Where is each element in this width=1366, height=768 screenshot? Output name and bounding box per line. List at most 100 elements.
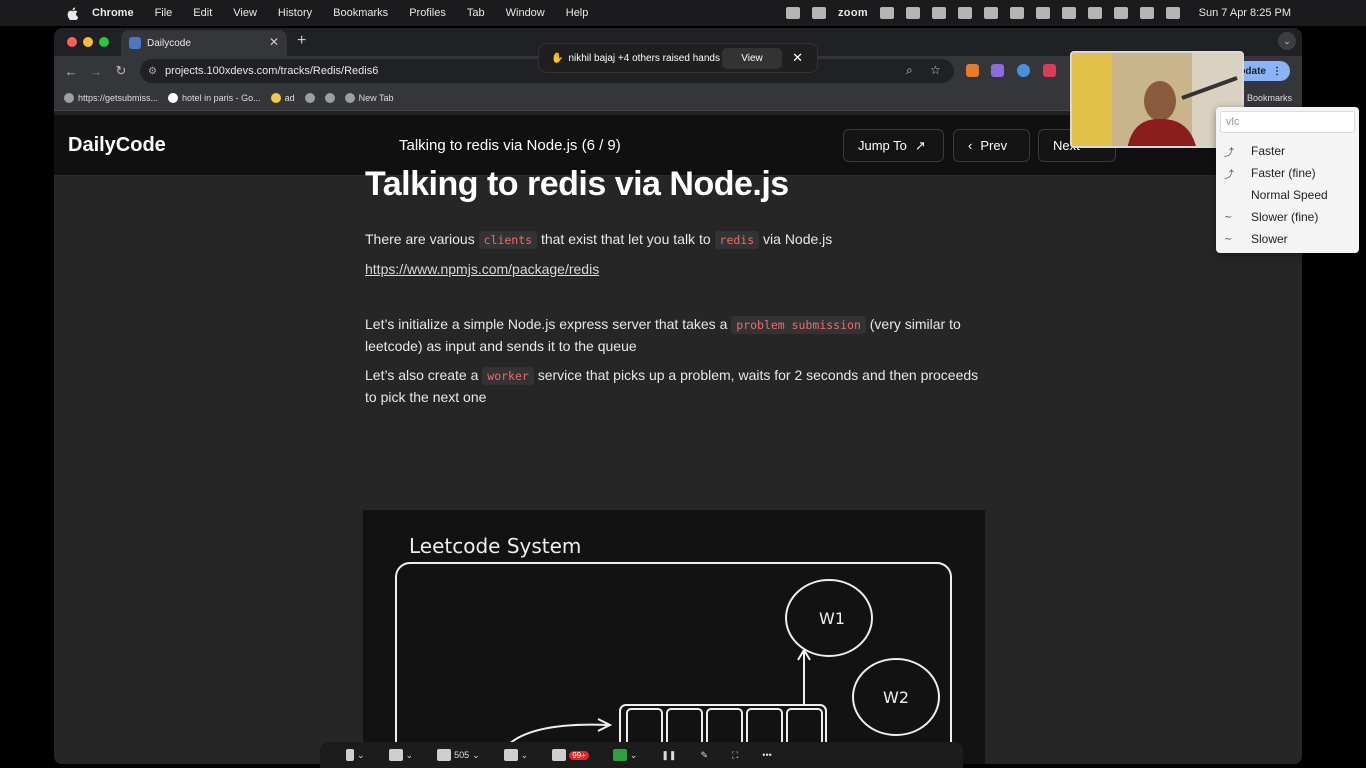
bookmark-star-icon[interactable]: ☆	[930, 63, 941, 77]
menu-file[interactable]: File	[155, 7, 173, 19]
globe-icon	[64, 93, 74, 103]
extension-icon-3[interactable]	[1017, 64, 1030, 77]
menu-bookmarks[interactable]: Bookmarks	[333, 7, 388, 19]
status-icon-3[interactable]	[879, 7, 894, 19]
chevron-left-icon: ‹	[968, 138, 973, 153]
menu-history[interactable]: History	[278, 7, 312, 19]
all-bookmarks[interactable]: Bookmarks	[1247, 93, 1292, 103]
vlc-menu-item-faster-fine[interactable]: ⤴ Faster (fine)	[1216, 162, 1359, 184]
tab-title: Dailycode	[147, 37, 191, 49]
raised-hands-notification: ✋ nikhil bajaj +4 others raised hands Vi…	[538, 43, 818, 73]
back-arrow-icon[interactable]: ←	[60, 64, 82, 79]
more-button[interactable]: •••	[762, 750, 771, 760]
apple-logo-icon[interactable]	[67, 6, 78, 20]
menu-edit[interactable]: Edit	[193, 7, 212, 19]
vlc-menu-item-normal-speed[interactable]: Normal Speed	[1216, 184, 1359, 206]
menu-view[interactable]: View	[233, 7, 257, 19]
siri-icon[interactable]	[1165, 7, 1180, 19]
reactions-button[interactable]: 99+	[552, 749, 589, 761]
more-dots-icon: •••	[762, 750, 772, 760]
wifi-icon[interactable]	[1087, 7, 1102, 19]
menu-profiles[interactable]: Profiles	[409, 7, 446, 19]
site-brand[interactable]: DailyCode	[68, 134, 166, 157]
speed-up-icon: ⤴	[1224, 169, 1234, 181]
macos-menu-bar: Chrome File Edit View History Bookmarks …	[0, 0, 1366, 26]
external-arrow-icon: ↗	[914, 137, 926, 153]
menu-tab[interactable]: Tab	[467, 7, 485, 19]
chat-button[interactable]: ⌄	[503, 749, 529, 761]
moon-icon[interactable]	[1035, 7, 1050, 19]
close-notification-icon[interactable]: ✕	[792, 50, 803, 66]
tab-dailycode[interactable]: Dailycode ✕	[121, 30, 287, 56]
chevron-down-icon: ⌄	[405, 749, 414, 760]
status-icon-5[interactable]	[931, 7, 946, 19]
url-text[interactable]: projects.100xdevs.com/tracks/Redis/Redis…	[165, 65, 378, 77]
prev-button[interactable]: ‹ Prev	[953, 129, 1030, 162]
minimize-window-icon[interactable]	[83, 37, 93, 47]
forward-arrow-icon[interactable]: →	[85, 64, 107, 79]
remote-control-button[interactable]: ⛶	[732, 750, 738, 761]
status-icon-1[interactable]	[786, 7, 800, 19]
video-button[interactable]: ⌄	[388, 749, 414, 761]
bookmark-getsubmiss[interactable]: https://getsubmiss...	[64, 93, 158, 103]
vlc-item-label: Faster	[1251, 144, 1286, 158]
bookmark-globe-2[interactable]	[324, 93, 335, 103]
globe-icon	[304, 93, 315, 103]
menu-help[interactable]: Help	[566, 7, 589, 19]
status-icon-6[interactable]	[957, 7, 972, 19]
status-icon-4[interactable]	[905, 7, 920, 19]
bookmark-label: hotel in paris - Go...	[182, 93, 261, 103]
status-icon-2[interactable]	[812, 7, 826, 19]
vlc-search-input[interactable]: vlc	[1220, 111, 1355, 133]
chevron-down-icon: ⌄	[472, 749, 480, 760]
tab-close-icon[interactable]: ✕	[269, 35, 279, 49]
extension-icon-4[interactable]	[1043, 64, 1056, 77]
vlc-item-label: Normal Speed	[1251, 188, 1328, 202]
bookmark-hotel-paris[interactable]: hotel in paris - Go...	[168, 93, 261, 103]
battery-icon[interactable]	[1061, 7, 1076, 19]
npm-redis-link[interactable]: https://www.npmjs.com/package/redis	[365, 261, 599, 277]
mute-button[interactable]: ⌄	[346, 749, 365, 761]
new-tab-plus-icon[interactable]: +	[297, 32, 306, 50]
jump-to-button[interactable]: Jump To ↗	[843, 129, 944, 162]
status-icon-7[interactable]	[983, 7, 998, 19]
zoom-status-label[interactable]: zoom	[838, 7, 868, 19]
extension-icon-2[interactable]	[991, 64, 1004, 77]
article: Talking to redis via Node.js There are v…	[365, 165, 985, 416]
bookmark-new-tab[interactable]: New Tab	[344, 93, 393, 103]
tab-search-chevron-icon[interactable]: ⌄	[1278, 32, 1296, 50]
globe-icon	[324, 93, 335, 103]
status-icon-8[interactable]	[1009, 7, 1024, 19]
menu-app-chrome[interactable]: Chrome	[92, 7, 134, 19]
zoom-meeting-toolbar: ⌄ ⌄ 505 ⌄ ⌄ 99+ ⌄ ❚❚ ✎ ⛶ •••	[320, 742, 963, 768]
worker-w1-label: W1	[819, 609, 845, 628]
vlc-menu-item-slower[interactable]: ∼ Slower	[1216, 228, 1359, 250]
menu-window[interactable]: Window	[506, 7, 545, 19]
bookmark-globe-1[interactable]	[304, 93, 315, 103]
vlc-menu-item-faster[interactable]: ⤴ Faster	[1216, 140, 1359, 162]
metamask-extension-icon[interactable]	[966, 64, 979, 77]
annotate-button[interactable]: ✎	[700, 750, 708, 761]
lesson-title: Talking to redis via Node.js (6 / 9)	[399, 137, 621, 154]
reload-icon[interactable]: ↻	[110, 63, 132, 79]
bookmark-ad[interactable]: ad	[270, 93, 295, 103]
pause-share-button[interactable]: ❚❚	[661, 750, 676, 761]
vlc-menu-item-slower-fine[interactable]: ∼ Slower (fine)	[1216, 206, 1359, 228]
participant-count: 505	[454, 750, 470, 760]
share-screen-button[interactable]: ⌄	[612, 749, 637, 761]
window-controls	[67, 37, 109, 47]
chevron-down-icon: ⌄	[520, 749, 529, 760]
spotlight-search-icon[interactable]	[1113, 7, 1128, 19]
dailycode-favicon-icon	[129, 37, 141, 49]
participants-button[interactable]: 505 ⌄	[437, 749, 480, 761]
zoom-magnifier-icon[interactable]: ⌕	[906, 63, 913, 78]
text: via Node.js	[759, 231, 833, 247]
slow-down-icon: ∼	[1224, 211, 1233, 223]
site-info-icon[interactable]: ⚙	[148, 66, 157, 77]
maximize-window-icon[interactable]	[99, 37, 109, 47]
chevron-down-icon: ⌄	[357, 749, 365, 760]
close-window-icon[interactable]	[67, 37, 77, 47]
view-raised-hands-button[interactable]: View	[722, 48, 782, 69]
menubar-clock[interactable]: Sun 7 Apr 8:25 PM	[1199, 7, 1291, 19]
control-center-icon[interactable]	[1139, 7, 1154, 19]
